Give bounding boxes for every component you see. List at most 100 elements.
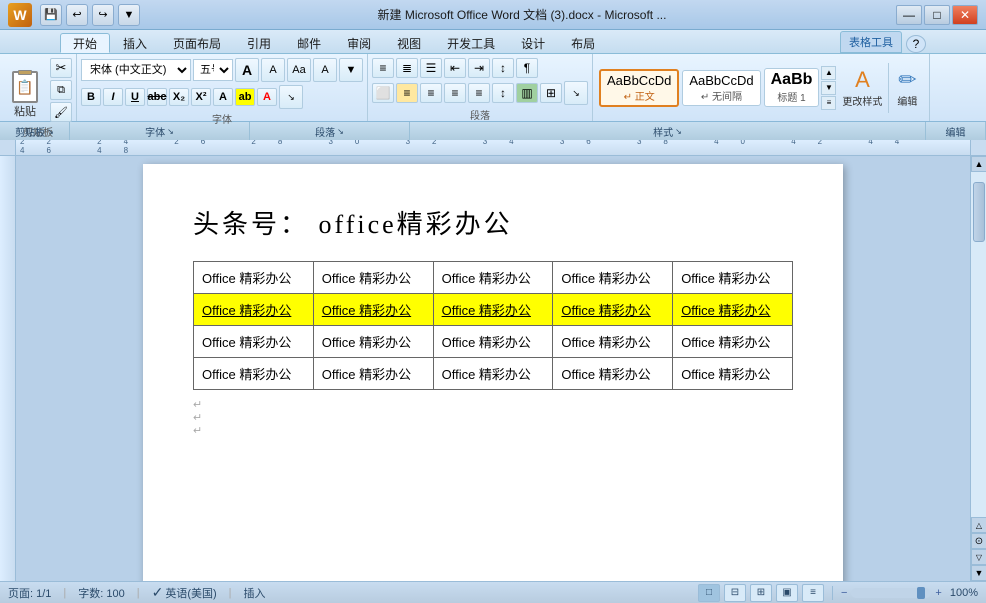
zoom-level[interactable]: 100% — [950, 587, 978, 599]
styles-group: AaBbCcDd ↵ 正文 AaBbCcDd ↵ 无间隔 AaBb 标题 1 ▲… — [593, 54, 930, 121]
customize-btn[interactable]: ▼ — [118, 4, 140, 26]
font-grow-btn[interactable]: A — [235, 58, 259, 82]
para-dialog-btn[interactable]: ↘ — [564, 81, 588, 105]
numbering-btn[interactable]: ≣ — [396, 58, 418, 78]
view-full-btn[interactable]: ⊟ — [724, 584, 746, 602]
tab-extra[interactable]: 表格工具 — [840, 31, 902, 53]
scroll-page-up[interactable]: △ — [971, 517, 986, 533]
paragraph-expand[interactable]: ↘ — [337, 127, 344, 136]
edit-btn[interactable]: ✏ 编辑 — [891, 65, 923, 110]
insert-mode[interactable]: 插入 — [244, 585, 266, 601]
tab-page-layout[interactable]: 页面布局 — [160, 33, 234, 53]
style-normal-badge: AaBbCcDd — [607, 73, 671, 88]
close-btn[interactable]: ✕ — [952, 5, 978, 25]
paragraph-content: ≡ ≣ ☰ ⇤ ⇥ ↕ ¶ ⬜ ≡ ≡ ≡ ≡ ↕ ▥ ⊞ ↘ — [372, 58, 588, 105]
divider — [888, 63, 889, 113]
more-font-btn[interactable]: A — [313, 58, 337, 82]
clear-format-btn[interactable]: Aa — [287, 58, 311, 82]
font-color-btn[interactable]: A — [257, 88, 277, 106]
view-print-btn[interactable]: □ — [698, 584, 720, 602]
style-nospace-badge: AaBbCcDd — [689, 73, 753, 88]
redo-btn[interactable]: ↪ — [92, 4, 114, 26]
bullets-btn[interactable]: ≡ — [372, 58, 394, 78]
superscript-btn[interactable]: X² — [191, 88, 211, 106]
font-name-selector[interactable]: 宋体 (中文正文) — [81, 59, 191, 81]
tab-home[interactable]: 开始 — [60, 33, 110, 53]
bold-btn[interactable]: B — [81, 88, 101, 106]
tab-references[interactable]: 引用 — [234, 33, 284, 53]
edit-label-cell: 编辑 — [926, 122, 986, 140]
font-dialog-btn[interactable]: ↘ — [279, 85, 303, 109]
save-btn[interactable]: 💾 — [40, 4, 62, 26]
tab-design[interactable]: 设计 — [508, 33, 558, 53]
maximize-btn[interactable]: □ — [924, 5, 950, 25]
scroll-track[interactable] — [971, 172, 986, 517]
underline-btn[interactable]: U — [125, 88, 145, 106]
cell-0-0: Office 精彩办公 — [194, 262, 314, 294]
style-normal-btn[interactable]: AaBbCcDd ↵ 正文 — [599, 69, 679, 107]
align-right-btn[interactable]: ≡ — [420, 83, 442, 103]
tab-insert[interactable]: 插入 — [110, 33, 160, 53]
font-shrink-btn[interactable]: A — [261, 58, 285, 82]
tab-mailings[interactable]: 邮件 — [284, 33, 334, 53]
view-web-btn[interactable]: ⊞ — [750, 584, 772, 602]
justify-all-btn[interactable]: ≡ — [468, 83, 490, 103]
tab-view[interactable]: 视图 — [384, 33, 434, 53]
style-scroll-up[interactable]: ▲ — [821, 66, 836, 80]
font-size-selector[interactable]: 五号 — [193, 59, 233, 81]
ruler-corner-right — [970, 140, 986, 156]
style-nospace-label: ↵ 无间隔 — [701, 88, 742, 103]
style-heading-btn[interactable]: AaBb 标题 1 — [764, 68, 820, 107]
styles-expand[interactable]: ↘ — [675, 127, 682, 136]
text-effect-btn[interactable]: A — [213, 88, 233, 106]
tab-layout[interactable]: 布局 — [558, 33, 608, 53]
undo-btn[interactable]: ↩ — [66, 4, 88, 26]
edit-label: 编辑 — [897, 93, 917, 108]
align-left-btn[interactable]: ⬜ — [372, 83, 394, 103]
tab-developer[interactable]: 开发工具 — [434, 33, 508, 53]
clipboard-expand[interactable]: ↘ — [47, 127, 54, 136]
tab-review[interactable]: 审阅 — [334, 33, 384, 53]
scroll-select-browse[interactable]: ⊙ — [971, 533, 986, 549]
scroll-down-btn[interactable]: ▼ — [971, 565, 986, 581]
font-group: 宋体 (中文正文) 五号 A A Aa A ▼ B I U abc X₂ X² … — [77, 54, 368, 121]
decrease-indent-btn[interactable]: ⇤ — [444, 58, 466, 78]
zoom-in-btn[interactable]: + — [935, 587, 941, 599]
scroll-up-btn[interactable]: ▲ — [971, 156, 986, 172]
multilevel-btn[interactable]: ☰ — [420, 58, 442, 78]
subscript-btn[interactable]: X₂ — [169, 88, 189, 106]
cell-3-4: Office 精彩办公 — [673, 358, 793, 390]
minimize-btn[interactable]: — — [896, 5, 922, 25]
view-draft-btn[interactable]: ≡ — [802, 584, 824, 602]
help-btn[interactable]: ? — [906, 35, 926, 53]
change-case-btn[interactable]: ▼ — [339, 58, 363, 82]
cut-btn[interactable]: ✂ — [50, 58, 72, 78]
border-btn[interactable]: ⊞ — [540, 83, 562, 103]
style-scroll-down[interactable]: ▼ — [821, 81, 836, 95]
strikethrough-btn[interactable]: abc — [147, 88, 167, 106]
change-style-btn[interactable]: A 更改样式 — [838, 65, 886, 110]
shading-btn[interactable]: ▥ — [516, 83, 538, 103]
font-expand[interactable]: ↘ — [167, 127, 174, 136]
paste-button[interactable]: 📋 粘贴 — [4, 59, 46, 121]
copy-btn[interactable]: ⧉ — [50, 80, 72, 100]
page-scroll[interactable]: 头条号： office精彩办公 Office 精彩办公 Office 精彩办公 … — [16, 156, 970, 581]
increase-indent-btn[interactable]: ⇥ — [468, 58, 490, 78]
show-para-btn[interactable]: ¶ — [516, 58, 538, 78]
justify-btn[interactable]: ≡ — [444, 83, 466, 103]
style-nospace-btn[interactable]: AaBbCcDd ↵ 无间隔 — [682, 70, 760, 106]
zoom-slider[interactable] — [851, 588, 931, 598]
line-spacing-btn[interactable]: ↕ — [492, 83, 514, 103]
scroll-thumb[interactable] — [973, 182, 985, 242]
align-center-btn[interactable]: ≡ — [396, 83, 418, 103]
text-highlight-btn[interactable]: ab — [235, 88, 255, 106]
italic-btn[interactable]: I — [103, 88, 123, 106]
status-divider3: | — [229, 587, 232, 599]
zoom-out-btn[interactable]: − — [841, 587, 847, 599]
ruler-row: 8 6 4 2 0 2 4 6 8 10 12 14 16 18 20 22 2… — [0, 140, 986, 156]
sort-btn[interactable]: ↕ — [492, 58, 514, 78]
view-outline-btn[interactable]: ▣ — [776, 584, 798, 602]
scroll-page-down[interactable]: ▽ — [971, 549, 986, 565]
format-painter-btn[interactable]: 🖌 — [50, 102, 72, 122]
style-scroll-more[interactable]: ≡ — [821, 96, 836, 110]
